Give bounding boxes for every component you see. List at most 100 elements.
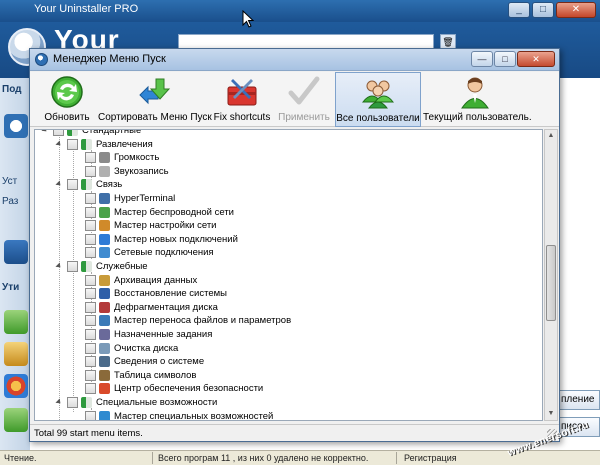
tree-folder[interactable]: Стандартные [35,130,540,137]
main-window-title: Your Uninstaller PRO [34,3,139,15]
tree-item[interactable]: Архивация данных [35,274,540,287]
tree-checkbox[interactable] [85,342,96,354]
home-network-icon [99,220,110,232]
tree-checkbox[interactable] [85,329,96,340]
expand-arrow-icon[interactable] [55,398,63,406]
tree-checkbox[interactable] [85,383,96,395]
tree-checkbox[interactable] [53,130,64,136]
tree-checkbox[interactable] [85,220,96,232]
sidebar-tab-2[interactable]: Уст [2,176,30,187]
tree-checkbox[interactable] [85,206,96,218]
tree-label: Восстановление системы [114,288,228,300]
users-icon [361,80,395,109]
tree-checkbox[interactable] [85,356,96,368]
tree-checkbox[interactable] [85,274,96,286]
dialog-close-button[interactable]: ✕ [517,51,555,67]
dialog-maximize-button[interactable]: □ [494,51,516,67]
tree-label: Мастер настройки сети [114,220,217,232]
tree-checkbox[interactable] [85,315,96,327]
tree-item[interactable]: HyperTerminal [35,192,540,205]
tree-scrollbar[interactable]: ▲ ▼ [544,129,558,421]
main-maximize-button[interactable]: □ [532,2,554,18]
refresh-button[interactable]: Обновить [36,72,98,127]
tree-folder[interactable]: Служебные [35,260,540,273]
tree-label: Звукозапись [114,165,169,177]
charmap-icon [99,369,110,381]
mic-icon [99,165,110,177]
folder-icon [81,261,92,272]
tool-icon[interactable] [4,240,28,264]
sidebar-tab-1[interactable]: Под [2,84,30,95]
browser-icon[interactable] [4,374,28,398]
tree-item[interactable]: Мастер специальных возможностей [35,410,540,420]
sort-start-menu-button[interactable]: Сортировать Меню Пуск [98,72,212,127]
tree-item[interactable]: Сетевые подключения [35,246,540,259]
scroll-thumb[interactable] [546,245,556,321]
dialog-title-bar[interactable]: Менеджер Меню Пуск — □ ✕ [30,49,559,71]
tree-checkbox[interactable] [85,193,96,204]
tree-folder[interactable]: Специальные возможности [35,396,540,409]
tree-checkbox[interactable] [67,138,78,150]
tree-item[interactable]: Громкость [35,151,540,164]
tree-item[interactable]: Мастер настройки сети [35,219,540,232]
main-close-button[interactable]: ✕ [556,2,596,18]
scroll-down-arrow-icon[interactable]: ▼ [545,408,557,420]
expand-arrow-icon[interactable] [55,140,63,148]
globe-icon [99,233,110,245]
tree-checkbox[interactable] [85,288,96,300]
tree-item[interactable]: Очистка диска [35,342,540,355]
tree-item[interactable]: Таблица символов [35,369,540,382]
tree-checkbox[interactable] [67,179,78,191]
tree-item[interactable]: Дефрагментация диска [35,301,540,314]
sort-label: Сортировать Меню Пуск [98,112,212,123]
tree-checkbox[interactable] [67,397,78,408]
status-right: Регистрация [404,453,457,463]
tree-checkbox[interactable] [85,410,96,420]
tree-checkbox[interactable] [85,233,96,245]
tree-item[interactable]: Восстановление системы [35,287,540,300]
expand-arrow-icon[interactable] [41,130,49,134]
tree-checkbox[interactable] [85,247,96,259]
tree-label: Мастер переноса файлов и параметров [114,315,292,327]
backup-icon [99,274,110,286]
main-minimize-button[interactable]: _ [508,2,530,18]
tree-checkbox[interactable] [85,152,96,164]
folder-icon [67,130,78,136]
remove-button[interactable]: пление [556,390,600,410]
scroll-up-arrow-icon[interactable]: ▲ [545,130,557,142]
sidebar-tab-3[interactable]: Раз [2,196,30,207]
current-user-button[interactable]: Текущий пользователь. [423,72,532,127]
utility-icon[interactable] [4,408,28,432]
mouse-cursor-icon [242,10,254,28]
tree-item[interactable]: Мастер беспроводной сети [35,206,540,219]
sidebar-tab-4[interactable]: Ути [2,282,30,293]
apply-button[interactable]: Применить [274,72,334,127]
tree-checkbox[interactable] [85,301,96,313]
expand-arrow-icon[interactable] [55,180,63,188]
tree-checkbox[interactable] [85,369,96,381]
folder-icon [81,397,92,408]
disk-icon[interactable] [4,342,28,366]
expand-arrow-icon[interactable] [55,262,63,270]
tree-item[interactable]: Мастер переноса файлов и параметров [35,314,540,327]
tree-checkbox[interactable] [67,261,78,272]
dialog-minimize-button[interactable]: — [471,51,493,67]
shield-icon [99,383,110,395]
tree-item[interactable]: Центр обеспечения безопасности [35,382,540,395]
tree-checkbox[interactable] [85,165,96,177]
refresh-icon [51,76,83,108]
tree-label: Мастер беспроводной сети [114,206,234,218]
tree-item[interactable]: Звукозапись [35,165,540,178]
tree-folder[interactable]: Развлечения [35,138,540,151]
all-users-button[interactable]: Все пользователи [335,72,421,127]
tree-label: Сведения о системе [114,356,205,368]
start-menu-tree[interactable]: Стандартные Развлечения Громкость Звукозапи… [34,129,543,421]
tree-item[interactable]: Мастер новых подключений [35,233,540,246]
dialog-app-icon [35,53,48,66]
tree-folder[interactable]: Связь [35,178,540,191]
fix-shortcuts-button[interactable]: Fix shortcuts [212,72,272,127]
tree-item[interactable]: Назначенные задания [35,328,540,341]
network-icon [99,247,110,259]
tree-item[interactable]: Сведения о системе [35,355,540,368]
add-program-icon[interactable] [4,310,28,334]
